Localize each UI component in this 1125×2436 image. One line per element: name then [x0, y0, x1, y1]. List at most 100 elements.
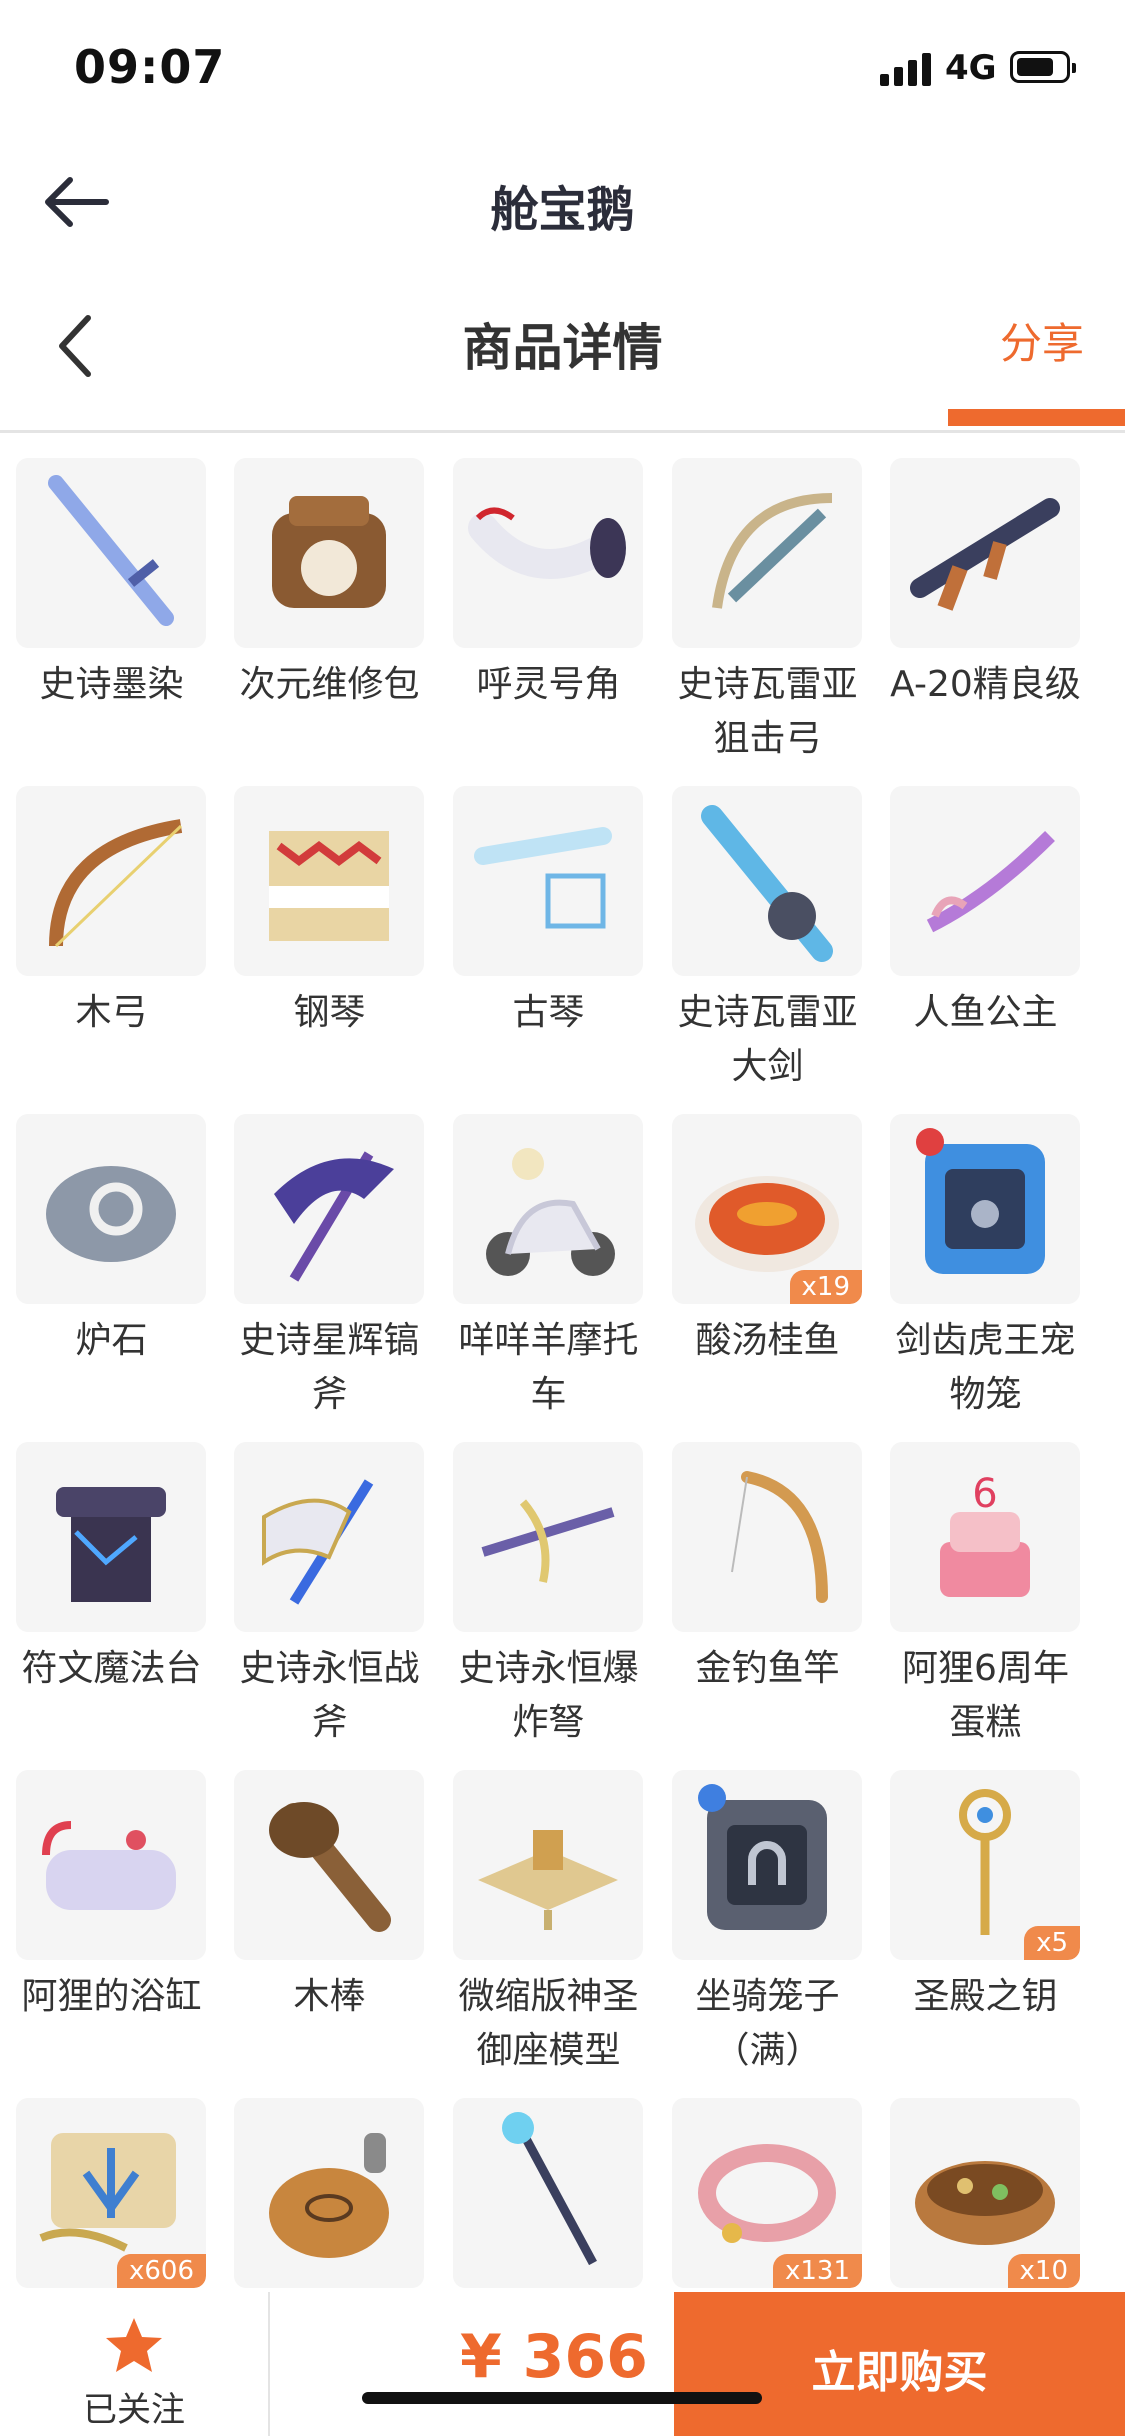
- status-time: 09:07: [74, 40, 226, 94]
- item-card[interactable]: 符文魔法台: [2, 1442, 221, 1742]
- item-thumbnail: [672, 786, 862, 976]
- item-name: 阿狸的浴缸: [21, 1976, 202, 2017]
- item-thumbnail: x131: [672, 2098, 862, 2288]
- item-name: 呼灵号角: [476, 664, 621, 705]
- item-thumbnail: [672, 458, 862, 648]
- item-name: 史诗永恒爆炸弩: [458, 1648, 639, 1743]
- item-thumbnail: x19: [672, 1114, 862, 1304]
- star-icon: [106, 2318, 162, 2372]
- status-bar: 09:07 4G: [0, 0, 1125, 140]
- item-thumbnail: [890, 458, 1080, 648]
- piano-icon: [269, 831, 389, 941]
- item-thumbnail: 6: [890, 1442, 1080, 1632]
- item-card[interactable]: 炉石: [2, 1114, 221, 1414]
- item-card[interactable]: 人鱼公主: [876, 786, 1095, 1086]
- item-card[interactable]: 木棒: [220, 1770, 439, 2070]
- item-card[interactable]: 微缩版神圣御座模型: [439, 1770, 658, 2071]
- battery-icon: [1010, 51, 1076, 83]
- item-card[interactable]: 史诗瓦雷亚大剑: [658, 786, 877, 1087]
- item-thumbnail: [234, 2098, 424, 2288]
- sniper-bow-icon: [712, 493, 833, 609]
- item-card[interactable]: x10: [876, 2098, 1095, 2288]
- item-card[interactable]: x19 酸汤桂鱼: [658, 1114, 877, 1414]
- page-title: 商品详情: [462, 319, 663, 377]
- item-name: 符文魔法台: [21, 1648, 202, 1689]
- share-button[interactable]: 分享: [1000, 310, 1084, 371]
- item-card[interactable]: 木弓: [2, 786, 221, 1086]
- blue-sword-icon: [48, 475, 174, 626]
- price: ¥ 366: [460, 2322, 648, 2392]
- fishing-rod-icon: [731, 1471, 828, 1603]
- item-thumbnail: [234, 458, 424, 648]
- buy-now-button[interactable]: 立即购买: [674, 2292, 1125, 2436]
- item-name: 坐骑笼子（满）: [695, 1976, 840, 2071]
- item-card[interactable]: 史诗永恒战斧: [220, 1442, 439, 1743]
- item-card[interactable]: x606: [2, 2098, 221, 2288]
- item-card[interactable]: A-20精良级: [876, 458, 1095, 758]
- app-title: 舱宝鹅: [490, 182, 635, 238]
- item-card[interactable]: 古琴: [439, 786, 658, 1086]
- rune-table-icon: [56, 1487, 166, 1602]
- item-card[interactable]: [220, 2098, 439, 2288]
- item-thumbnail: [16, 786, 206, 976]
- hearthstone-icon: [46, 1166, 176, 1262]
- item-card[interactable]: 金钓鱼竿: [658, 1442, 877, 1742]
- item-card[interactable]: 史诗星辉镐斧: [220, 1114, 439, 1415]
- item-thumbnail: [453, 1114, 643, 1304]
- item-thumbnail: [234, 786, 424, 976]
- pickaxe-icon: [274, 1151, 394, 1282]
- item-card[interactable]: 呼灵号角: [439, 458, 658, 758]
- item-card[interactable]: x5 圣殿之钥: [876, 1770, 1095, 2070]
- item-card[interactable]: 剑齿虎王宠物笼: [876, 1114, 1095, 1415]
- item-thumbnail: [890, 786, 1080, 976]
- item-card[interactable]: 咩咩羊摩托车: [439, 1114, 658, 1415]
- item-thumbnail: x5: [890, 1770, 1080, 1960]
- follow-button[interactable]: 已关注: [0, 2292, 270, 2436]
- svg-text:6: 6: [972, 1471, 997, 1517]
- item-thumbnail: [453, 1442, 643, 1632]
- item-name: 酸汤桂鱼: [695, 1320, 840, 1361]
- buy-now-label: 立即购买: [811, 2347, 988, 2398]
- item-card[interactable]: 史诗永恒爆炸弩: [439, 1442, 658, 1743]
- item-thumbnail: [234, 1770, 424, 1960]
- item-name: 炉石: [75, 1320, 148, 1361]
- item-card[interactable]: 阿狸的浴缸: [2, 1770, 221, 2070]
- item-card[interactable]: 坐骑笼子（满）: [658, 1770, 877, 2071]
- mount-cage-icon: [698, 1784, 827, 1930]
- battle-axe-icon: [262, 1479, 374, 1605]
- quantity-badge: x5: [1024, 1926, 1080, 1960]
- item-name: 史诗星辉镐斧: [239, 1320, 420, 1415]
- item-thumbnail: [890, 1114, 1080, 1304]
- item-thumbnail: [453, 786, 643, 976]
- item-name: 次元维修包: [239, 664, 420, 705]
- quantity-badge: x606: [116, 2254, 206, 2288]
- item-name: 圣殿之钥: [913, 1976, 1058, 2017]
- item-name: 木棒: [293, 1976, 366, 2017]
- item-name: 金钓鱼竿: [695, 1648, 840, 1689]
- bottom-bar: 已关注 ¥ 366 立即购买: [0, 2292, 1125, 2436]
- item-card[interactable]: 钢琴: [220, 786, 439, 1086]
- quantity-badge: x10: [1007, 2254, 1080, 2288]
- item-name: 微缩版神圣御座模型: [458, 1976, 639, 2071]
- item-thumbnail: x606: [16, 2098, 206, 2288]
- item-name: 史诗墨染: [39, 664, 184, 705]
- item-name: 钢琴: [293, 992, 366, 1033]
- item-thumbnail: [16, 458, 206, 648]
- item-card[interactable]: x131: [658, 2098, 877, 2288]
- pet-cage-icon: [916, 1128, 1045, 1274]
- item-card[interactable]: 6 阿狸6周年蛋糕: [876, 1442, 1095, 1743]
- item-name: 人鱼公主: [913, 992, 1058, 1033]
- crossbow-icon: [481, 1499, 615, 1583]
- item-name: 阿狸6周年蛋糕: [902, 1648, 1069, 1743]
- cake-icon: 6: [940, 1471, 1030, 1597]
- item-grid: 史诗墨染 次元维修包 呼灵号角 史诗瓦雷亚狙击弓 A-20精良级木弓 钢琴 古琴 史诗瓦雷亚大…: [0, 458, 1125, 2288]
- repair-bag-icon: [272, 496, 386, 608]
- item-name: 史诗永恒战斧: [239, 1648, 420, 1743]
- item-card[interactable]: 史诗瓦雷亚狙击弓: [658, 458, 877, 759]
- item-card[interactable]: 史诗墨染: [2, 458, 221, 758]
- app-header: 舱宝鹅: [0, 140, 1125, 260]
- item-card[interactable]: 次元维修包: [220, 458, 439, 758]
- item-card[interactable]: [439, 2098, 658, 2288]
- item-thumbnail: [453, 458, 643, 648]
- follow-label: 已关注: [83, 2390, 185, 2430]
